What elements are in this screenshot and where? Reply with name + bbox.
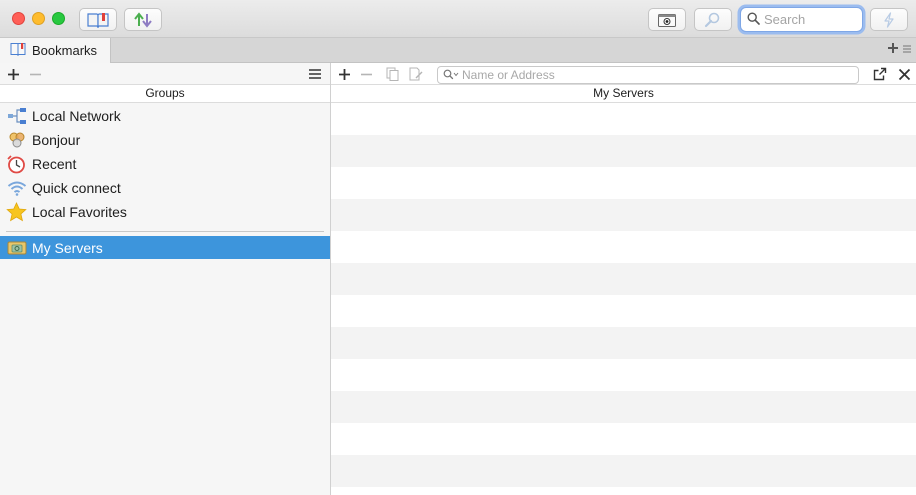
group-item-bonjour[interactable]: Bonjour <box>0 128 330 152</box>
table-row <box>331 263 916 295</box>
remove-server-button[interactable] <box>358 66 374 82</box>
servers-pane: My Servers <box>331 63 916 495</box>
new-tab-button[interactable] <box>887 41 899 59</box>
minimize-window-button[interactable] <box>32 12 45 25</box>
close-pane-button[interactable] <box>896 66 912 82</box>
search-input[interactable] <box>764 12 859 27</box>
address-input[interactable] <box>462 68 852 82</box>
table-row <box>331 455 916 487</box>
groups-pane: Groups Local Network Bonjour Recent Quic… <box>0 63 331 495</box>
window-toolbar <box>0 0 916 38</box>
synchronize-button[interactable] <box>124 8 162 31</box>
table-row <box>331 295 916 327</box>
duplicate-server-button[interactable] <box>384 66 400 82</box>
close-window-button[interactable] <box>12 12 25 25</box>
get-info-button[interactable] <box>694 8 732 31</box>
table-row <box>331 327 916 359</box>
group-item-local-network[interactable]: Local Network <box>0 104 330 128</box>
edit-icon <box>409 67 423 81</box>
remove-group-button[interactable] <box>27 66 43 82</box>
groups-list: Local Network Bonjour Recent Quick conne… <box>0 103 330 259</box>
quick-look-icon <box>657 12 677 28</box>
groups-toolbar <box>0 63 330 85</box>
duplicate-icon <box>386 67 398 81</box>
network-icon <box>6 106 27 127</box>
servers-column-header[interactable]: My Servers <box>331 85 916 103</box>
magnifier-inspect-icon <box>703 12 723 28</box>
servers-toolbar <box>331 63 916 85</box>
table-row <box>331 135 916 167</box>
bookmark-book-icon <box>87 12 109 28</box>
close-icon <box>898 68 910 80</box>
search-field[interactable] <box>740 7 863 32</box>
external-link-icon <box>873 67 887 81</box>
group-item-label: My Servers <box>32 239 103 256</box>
group-item-local-favorites[interactable]: Local Favorites <box>0 200 330 224</box>
table-row <box>331 199 916 231</box>
toggle-bookmarks-button[interactable] <box>79 8 117 31</box>
tab-bookmarks[interactable]: Bookmarks <box>0 38 111 63</box>
minus-icon <box>360 73 372 75</box>
open-in-new-window-button[interactable] <box>872 66 888 82</box>
plus-icon <box>338 68 350 80</box>
group-item-label: Quick connect <box>32 180 121 196</box>
group-item-label: Local Network <box>32 108 121 124</box>
group-item-quick-connect[interactable]: Quick connect <box>0 176 330 200</box>
group-item-label: Bonjour <box>32 132 81 148</box>
table-row <box>331 391 916 423</box>
add-server-button[interactable] <box>336 66 352 82</box>
groups-column-header[interactable]: Groups <box>0 85 330 103</box>
tab-menu-button[interactable] <box>902 42 912 57</box>
edit-server-button[interactable] <box>408 66 424 82</box>
groups-menu-button[interactable] <box>307 66 323 82</box>
lightning-icon <box>882 11 896 28</box>
group-item-recent[interactable]: Recent <box>0 152 330 176</box>
search-icon <box>747 11 760 28</box>
bonjour-icon <box>6 130 27 151</box>
servers-list <box>331 103 916 487</box>
table-row <box>331 231 916 263</box>
up-down-arrows-icon <box>133 11 153 28</box>
recent-clock-icon <box>6 154 27 175</box>
zoom-window-button[interactable] <box>52 12 65 25</box>
search-dropdown-icon <box>443 68 459 83</box>
server-folder-icon <box>6 237 27 258</box>
star-icon <box>6 202 27 223</box>
list-icon <box>903 45 911 53</box>
tab-bar: Bookmarks <box>0 38 916 63</box>
menu-icon <box>309 69 321 79</box>
table-row <box>331 423 916 455</box>
group-item-label: Recent <box>32 156 77 172</box>
minus-icon <box>29 73 41 75</box>
groups-separator <box>6 231 324 232</box>
table-row <box>331 103 916 135</box>
quick-look-button[interactable] <box>648 8 686 31</box>
table-row <box>331 359 916 391</box>
plus-icon <box>7 68 19 80</box>
group-item-my-servers[interactable]: My Servers <box>0 236 330 259</box>
tab-label: Bookmarks <box>32 43 98 58</box>
open-connection-button[interactable] <box>870 8 908 31</box>
group-item-label: Local Favorites <box>32 204 127 220</box>
wifi-icon <box>6 178 27 199</box>
bookmark-book-icon <box>10 42 26 59</box>
table-row <box>331 167 916 199</box>
plus-icon <box>888 43 898 53</box>
add-group-button[interactable] <box>5 66 21 82</box>
address-field[interactable] <box>437 66 859 84</box>
